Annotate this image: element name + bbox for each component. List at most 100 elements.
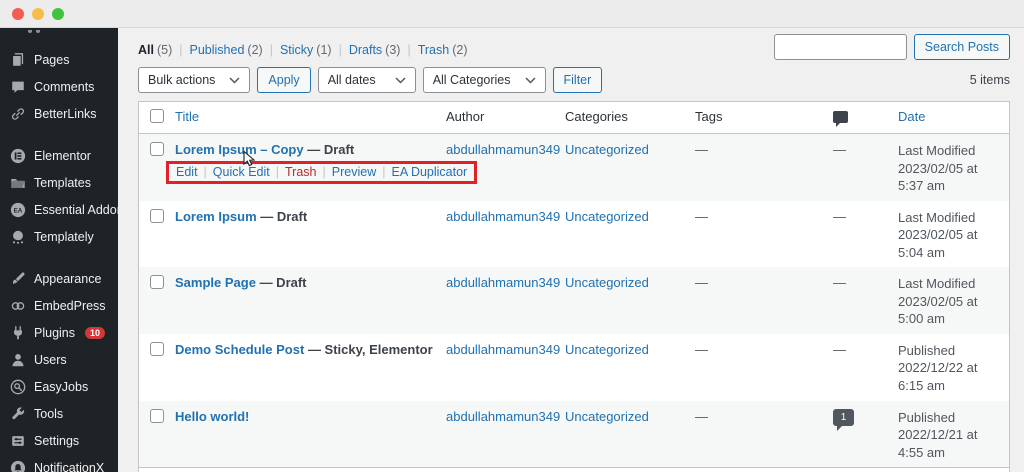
sidebar-item-label: Users — [34, 353, 67, 367]
post-status-views: All(5)Published(2)Sticky(1)Drafts(3)Tras… — [138, 32, 467, 57]
date-timestamp: 2023/02/05 at 5:00 am — [898, 293, 1001, 328]
select-all-checkbox[interactable] — [150, 109, 164, 123]
row-checkbox[interactable] — [150, 142, 164, 156]
all-dates-select[interactable]: All dates — [318, 67, 416, 93]
sidebar-item-appearance[interactable]: Appearance — [0, 265, 118, 292]
bulk-actions-select[interactable]: Bulk actions — [138, 67, 250, 93]
view-filter-label[interactable]: Sticky — [280, 43, 313, 57]
sidebar-item-elementor[interactable]: Elementor — [0, 142, 118, 169]
column-author: Author — [446, 102, 565, 131]
sidebar-item-embedpress[interactable]: EmbedPress — [0, 292, 118, 319]
posts-list-page: All(5)Published(2)Sticky(1)Drafts(3)Tras… — [118, 28, 1024, 472]
comments-column-icon — [833, 111, 848, 123]
column-date[interactable]: Date — [898, 109, 925, 124]
post-title-link[interactable]: Hello world! — [175, 409, 249, 424]
post-state: — Draft — [307, 142, 354, 157]
chevron-down-icon — [525, 77, 536, 84]
sidebar-item-settings[interactable]: Settings — [0, 427, 118, 454]
search-input[interactable] — [774, 34, 907, 60]
author-link[interactable]: abdullahmamun349 — [446, 142, 560, 157]
all-dates-label: All dates — [328, 73, 376, 87]
admin-sidebar: Pages CommentsBetterLinks Elementor Templat… — [0, 28, 118, 472]
category-link[interactable]: Uncategorized — [565, 409, 649, 424]
view-filter-drafts[interactable]: Drafts(3) — [332, 43, 401, 57]
table-row: Hello world! abdullahmamun349 Uncategori… — [139, 401, 1009, 468]
essential-addons-icon: EA — [9, 201, 26, 218]
search-posts-button[interactable]: Search Posts — [914, 34, 1010, 60]
trash-action-link[interactable]: Trash — [270, 165, 317, 179]
view-filter-label[interactable]: Trash — [418, 43, 450, 57]
quick-edit-action-link[interactable]: Quick Edit — [198, 165, 270, 179]
sidebar-item-label: EmbedPress — [34, 299, 106, 313]
sidebar-item-templately[interactable]: Templately — [0, 223, 118, 250]
row-checkbox[interactable] — [150, 275, 164, 289]
date-value: Last Modified 2023/02/05 at 5:00 am — [898, 267, 1009, 334]
view-filter-all[interactable]: All(5) — [138, 43, 172, 57]
sidebar-item-label: Elementor — [34, 149, 91, 163]
templately-icon — [9, 228, 26, 245]
category-link[interactable]: Uncategorized — [565, 142, 649, 157]
author-link[interactable]: abdullahmamun349 — [446, 409, 560, 424]
date-value: Last Modified 2023/02/05 at 5:04 am — [898, 201, 1009, 268]
date-value: Published 2022/12/21 at 4:55 am — [898, 401, 1009, 468]
view-filter-sticky[interactable]: Sticky(1) — [263, 43, 332, 57]
view-filter-label[interactable]: Drafts — [349, 43, 382, 57]
row-checkbox[interactable] — [150, 409, 164, 423]
view-filter-trash[interactable]: Trash(2) — [400, 43, 467, 57]
column-categories: Categories — [565, 102, 695, 131]
all-categories-select[interactable]: All Categories — [423, 67, 546, 93]
minimize-window-button[interactable] — [32, 8, 44, 20]
column-title[interactable]: Title — [175, 109, 199, 124]
embedpress-icon — [9, 297, 26, 314]
row-checkbox[interactable] — [150, 209, 164, 223]
edit-action-link[interactable]: Edit — [176, 165, 198, 179]
sidebar-item-label: Templates — [34, 176, 91, 190]
author-link[interactable]: abdullahmamun349 — [446, 275, 560, 290]
category-link[interactable]: Uncategorized — [565, 209, 649, 224]
post-state: — Draft — [260, 209, 307, 224]
view-filter-count: (5) — [157, 43, 172, 57]
table-row: Lorem Ipsum – Copy — Draft EditQuick Edi… — [139, 134, 1009, 201]
post-title-link[interactable]: Demo Schedule Post — [175, 342, 304, 357]
sidebar-item-betterlinks[interactable]: BetterLinks — [0, 100, 118, 127]
plugins-icon — [9, 324, 26, 341]
author-link[interactable]: abdullahmamun349 — [446, 342, 560, 357]
comment-count-badge[interactable]: 1 — [833, 409, 854, 426]
post-title-link[interactable]: Lorem Ipsum — [175, 209, 257, 224]
apply-button[interactable]: Apply — [257, 67, 310, 93]
post-title-link[interactable]: Lorem Ipsum – Copy — [175, 142, 304, 157]
sidebar-item-label: Essential Addons — [34, 203, 118, 217]
close-window-button[interactable] — [12, 8, 24, 20]
sidebar-item-comments[interactable]: Comments — [0, 73, 118, 100]
sidebar-item-notificationx[interactable]: NotificationX — [0, 454, 118, 472]
view-filter-label[interactable]: All — [138, 43, 154, 57]
view-filter-count: (3) — [385, 43, 400, 57]
column-categories: Categories — [565, 468, 695, 472]
chevron-down-icon — [229, 77, 240, 84]
sidebar-item-users[interactable]: Users — [0, 346, 118, 373]
sidebar-item-essential-addons[interactable]: EA Essential Addons — [0, 196, 118, 223]
author-link[interactable]: abdullahmamun349 — [446, 209, 560, 224]
maximize-window-button[interactable] — [52, 8, 64, 20]
settings-icon — [9, 432, 26, 449]
sidebar-item-label: Pages — [34, 53, 69, 67]
sidebar-item-label: Tools — [34, 407, 63, 421]
category-link[interactable]: Uncategorized — [565, 342, 649, 357]
row-checkbox[interactable] — [150, 342, 164, 356]
category-link[interactable]: Uncategorized — [565, 275, 649, 290]
sidebar-item-templates[interactable]: Templates — [0, 169, 118, 196]
plugins-update-badge: 10 — [85, 327, 105, 339]
sidebar-item-tools[interactable]: Tools — [0, 400, 118, 427]
post-title-link[interactable]: Sample Page — [175, 275, 256, 290]
comments-value: — — [833, 201, 898, 247]
tools-icon — [9, 405, 26, 422]
date-status: Published — [898, 409, 1001, 427]
filter-button[interactable]: Filter — [553, 67, 603, 93]
sidebar-item-easyjobs[interactable]: EasyJobs — [0, 373, 118, 400]
elementor-icon — [9, 147, 26, 164]
view-filter-published[interactable]: Published(2) — [172, 43, 262, 57]
view-filter-label[interactable]: Published — [190, 43, 245, 57]
sidebar-item-plugins[interactable]: Plugins10 — [0, 319, 118, 346]
preview-action-link[interactable]: Preview — [317, 165, 377, 179]
sidebar-item-pages[interactable]: Pages — [0, 46, 118, 73]
